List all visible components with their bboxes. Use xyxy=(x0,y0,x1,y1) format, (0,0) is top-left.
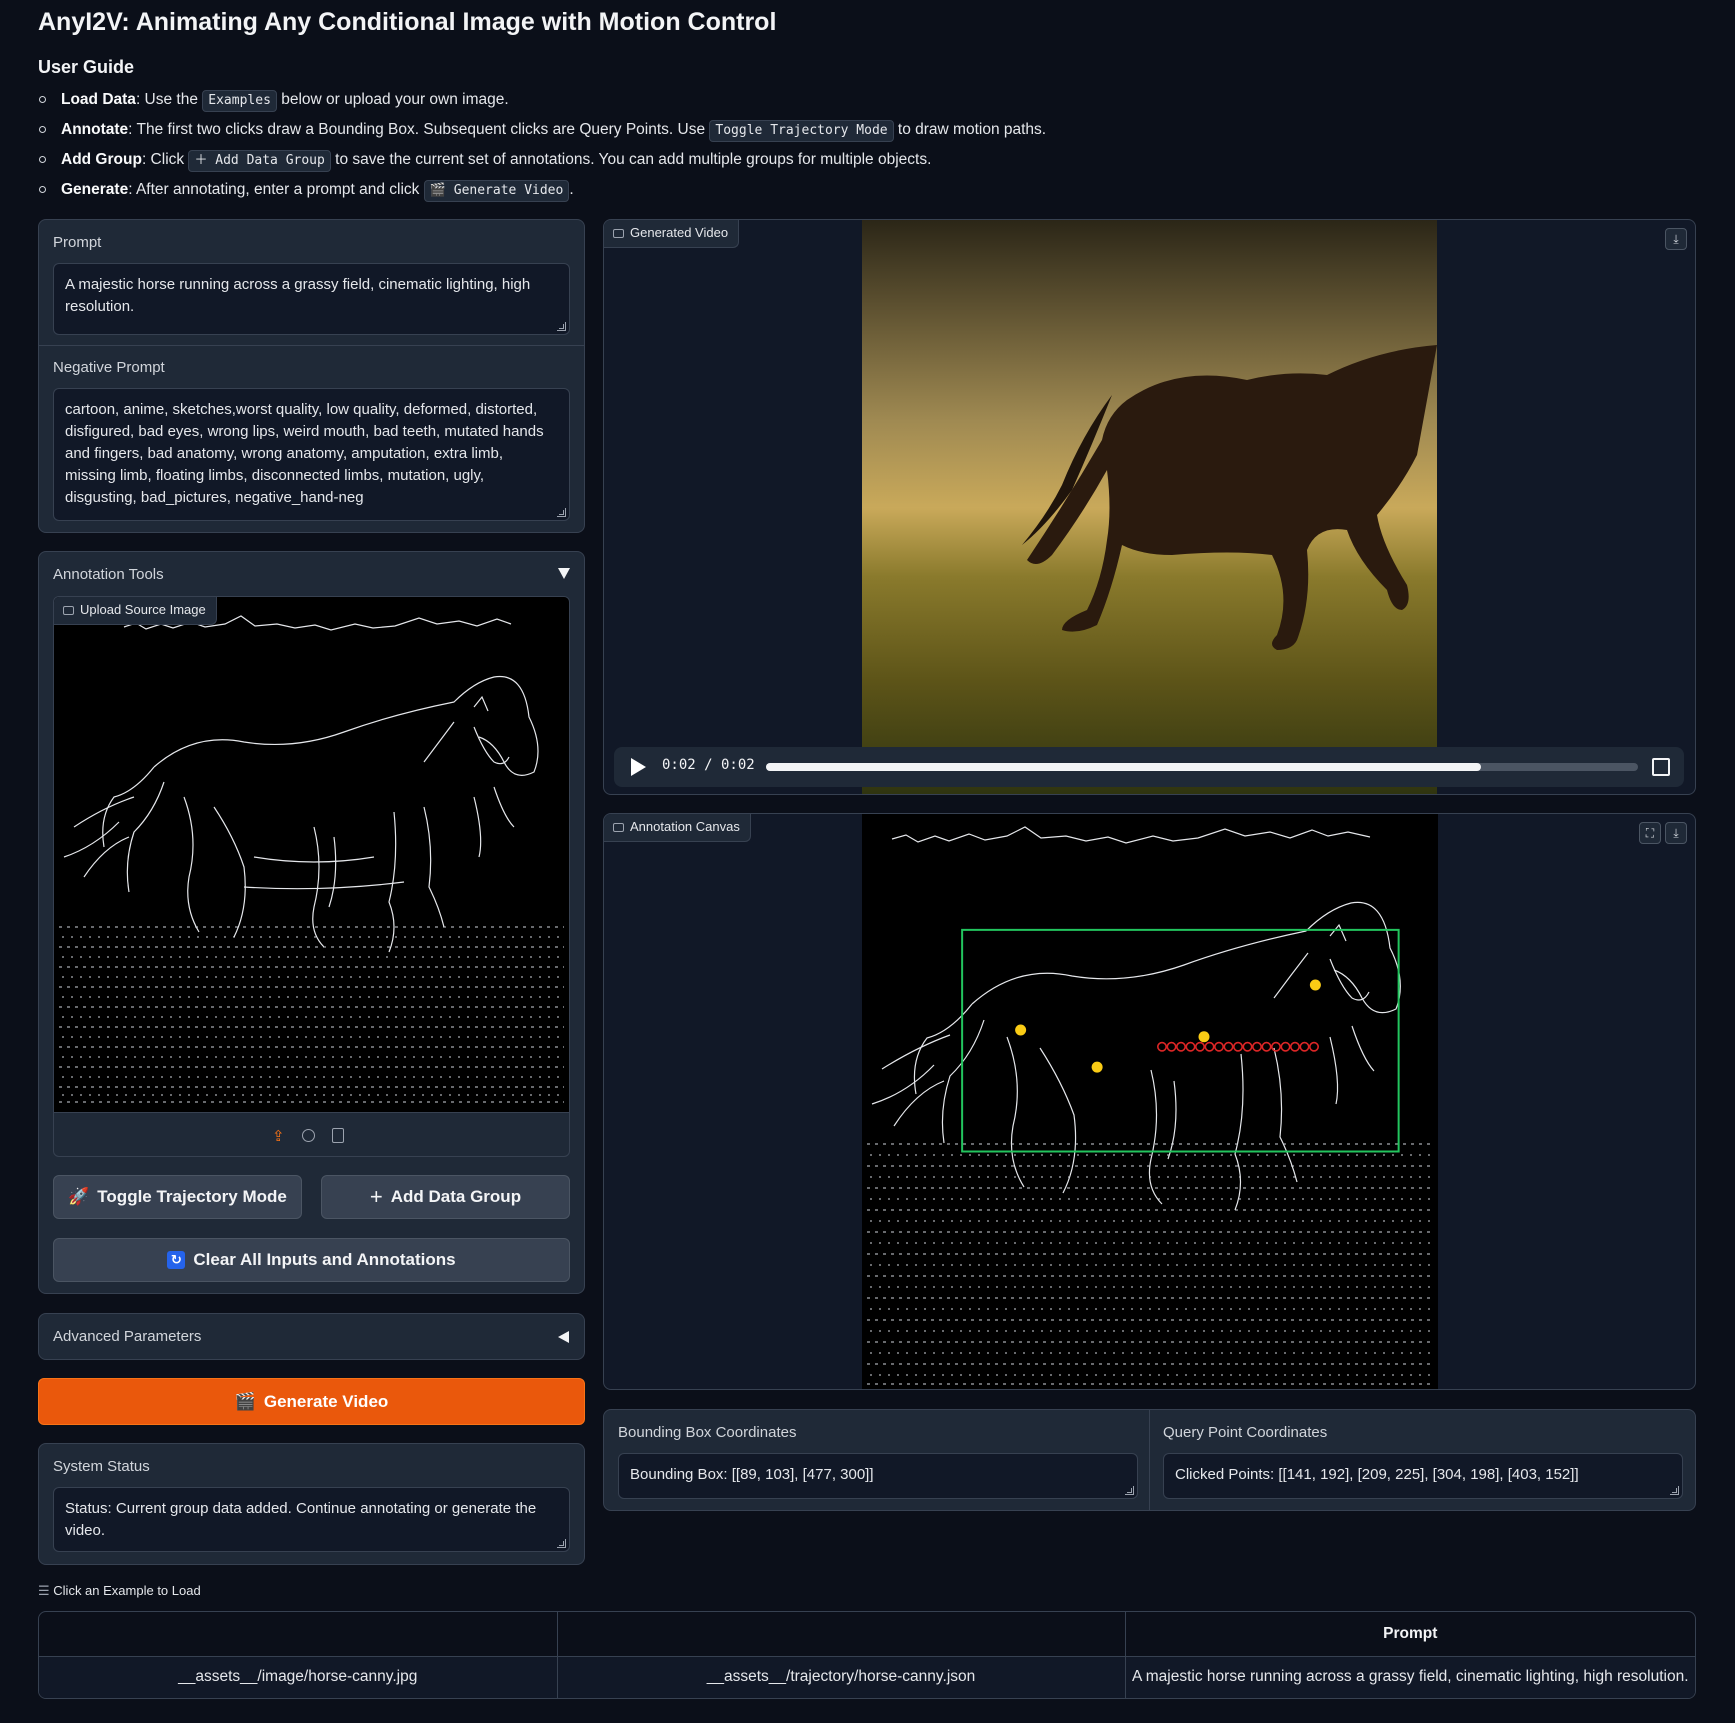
examples-header-prompt: Prompt xyxy=(1125,1612,1695,1657)
prompt-label: Prompt xyxy=(53,234,102,251)
bbox-coordinates-text: Bounding Box: [[89, 103], [477, 300]] xyxy=(630,1466,874,1483)
plus-icon: + xyxy=(369,1184,383,1209)
resize-handle[interactable] xyxy=(1670,1486,1679,1495)
video-frame[interactable] xyxy=(862,220,1437,795)
generated-video-label: Generated Video xyxy=(604,220,740,248)
examples-header-trajectory xyxy=(557,1612,1126,1657)
guide-item-load: Load Data: Use the Examples below or upl… xyxy=(38,86,1138,116)
query-point xyxy=(1309,979,1321,991)
fullscreen-icon[interactable]: ⛶ xyxy=(1639,822,1661,844)
guide-item-add-group: Add Group: Click ＋ Add Data Group to sav… xyxy=(38,146,1138,176)
resize-handle[interactable] xyxy=(557,508,566,517)
triangle-left-icon[interactable] xyxy=(558,1331,569,1343)
image-icon xyxy=(613,823,624,832)
download-icon[interactable]: ⤓ xyxy=(1665,228,1687,250)
rocket-icon: 🚀 xyxy=(68,1187,90,1206)
generated-video-panel: Generated Video ⤓ 0:02 / 0:02 xyxy=(603,219,1696,795)
query-point-coordinates-text: Clicked Points: [[141, 192], [209, 225],… xyxy=(1175,1466,1579,1483)
example-row[interactable]: __assets__/image/horse-canny.jpg __asset… xyxy=(39,1656,1695,1698)
coordinates-panel: Bounding Box Coordinates Bounding Box: [… xyxy=(603,1409,1696,1511)
query-point xyxy=(1015,1024,1027,1036)
list-icon: ☰ xyxy=(38,1583,50,1598)
prompt-panel: Prompt A majestic horse running across a… xyxy=(38,219,585,533)
example-image-path[interactable]: __assets__/image/horse-canny.jpg xyxy=(39,1656,558,1698)
upload-icon[interactable]: ⇪ xyxy=(272,1127,285,1145)
system-status-label: System Status xyxy=(53,1458,150,1475)
generate-video-button[interactable]: 🎬 Generate Video xyxy=(38,1378,585,1425)
bbox-coordinates-field[interactable]: Bounding Box: [[89, 103], [477, 300]] xyxy=(618,1453,1138,1499)
triangle-down-icon[interactable] xyxy=(558,568,570,579)
annotation-canvas-panel: Annotation Canvas ⛶ ⤓ xyxy=(603,813,1696,1390)
add-data-group-button[interactable]: + Add Data Group xyxy=(321,1175,570,1219)
download-icon[interactable]: ⤓ xyxy=(1665,822,1687,844)
webcam-icon[interactable] xyxy=(302,1129,315,1142)
clear-all-button[interactable]: ↻ Clear All Inputs and Annotations xyxy=(53,1238,570,1282)
resize-handle[interactable] xyxy=(557,1539,566,1548)
toggle-trajectory-button[interactable]: 🚀 Toggle Trajectory Mode xyxy=(53,1175,302,1219)
video-icon xyxy=(613,229,624,238)
bbox-coordinates-label: Bounding Box Coordinates xyxy=(618,1424,797,1441)
negative-prompt-text: cartoon, anime, sketches,worst quality, … xyxy=(65,401,544,506)
system-status-text: Status: Current group data added. Contin… xyxy=(65,1500,537,1539)
user-guide-list: Load Data: Use the Examples below or upl… xyxy=(38,86,1138,206)
example-trajectory-path[interactable]: __assets__/trajectory/horse-canny.json xyxy=(557,1656,1126,1698)
video-progress-track[interactable] xyxy=(766,763,1638,771)
query-point-coordinates-label: Query Point Coordinates xyxy=(1163,1424,1328,1441)
negative-prompt-textarea[interactable]: cartoon, anime, sketches,worst quality, … xyxy=(53,388,570,521)
page-title: AnyI2V: Animating Any Conditional Image … xyxy=(38,8,777,36)
guide-item-annotate: Annotate: The first two clicks draw a Bo… xyxy=(38,116,1138,146)
divider xyxy=(1149,1410,1150,1510)
video-time: 0:02 / 0:02 xyxy=(662,757,755,773)
negative-prompt-label: Negative Prompt xyxy=(53,359,165,376)
advanced-parameters-label: Advanced Parameters xyxy=(53,1328,202,1345)
annotation-canvas-label: Annotation Canvas xyxy=(604,814,751,842)
user-guide-title: User Guide xyxy=(38,57,135,77)
examples-table: Prompt __assets__/image/horse-canny.jpg … xyxy=(38,1611,1696,1699)
video-progress-fill xyxy=(766,763,1482,771)
advanced-parameters-panel[interactable]: Advanced Parameters xyxy=(38,1313,585,1360)
play-icon[interactable] xyxy=(631,758,646,776)
prompt-text: A majestic horse running across a grassy… xyxy=(65,276,531,315)
examples-label: ☰ Click an Example to Load xyxy=(38,1583,201,1598)
guide-item-generate: Generate: After annotating, enter a prom… xyxy=(38,176,1138,206)
resize-handle[interactable] xyxy=(557,322,566,331)
divider xyxy=(39,345,584,346)
upload-image-label: Upload Source Image xyxy=(54,597,217,625)
resize-handle[interactable] xyxy=(1125,1486,1134,1495)
divider xyxy=(54,1112,569,1113)
upload-source-image[interactable]: Upload Source Image ✕ ⇪ xyxy=(53,596,570,1157)
query-point-coordinates-field[interactable]: Clicked Points: [[141, 192], [209, 225],… xyxy=(1163,1453,1683,1499)
examples-header-image xyxy=(39,1612,558,1657)
query-point xyxy=(1091,1061,1103,1073)
refresh-icon: ↻ xyxy=(167,1251,186,1269)
annotation-tools-label: Annotation Tools xyxy=(53,566,164,583)
annotation-canvas[interactable] xyxy=(862,814,1438,1390)
clapper-icon: 🎬 xyxy=(234,1391,256,1411)
annotation-tools-panel: Annotation Tools Upload Source Image ✕ xyxy=(38,551,585,1294)
canny-source-image[interactable] xyxy=(54,597,569,1112)
query-point xyxy=(1198,1031,1210,1043)
video-controls: 0:02 / 0:02 xyxy=(614,747,1684,787)
prompt-textarea[interactable]: A majestic horse running across a grassy… xyxy=(53,263,570,335)
example-prompt[interactable]: A majestic horse running across a grassy… xyxy=(1125,1656,1695,1698)
system-status-textarea[interactable]: Status: Current group data added. Contin… xyxy=(53,1487,570,1552)
fullscreen-icon[interactable] xyxy=(1652,758,1670,776)
system-status-panel: System Status Status: Current group data… xyxy=(38,1443,585,1565)
image-icon xyxy=(63,606,74,615)
clipboard-icon[interactable] xyxy=(332,1128,344,1143)
